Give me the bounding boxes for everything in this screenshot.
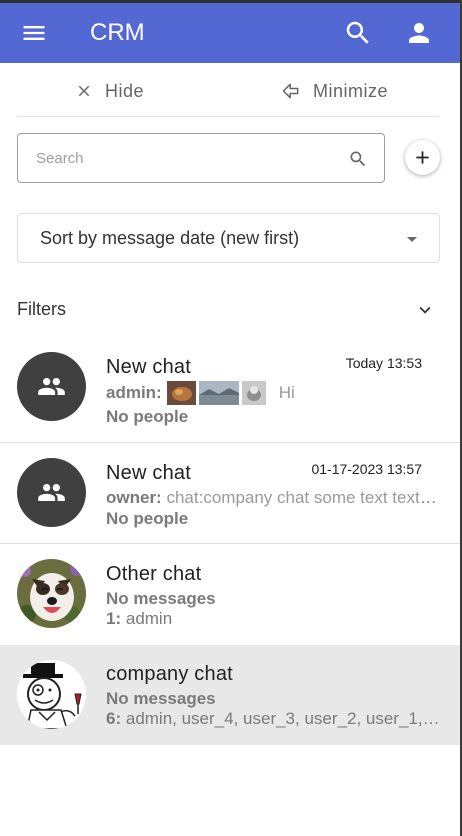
participant-count: 6: [106, 709, 122, 728]
message-author: owner: [106, 488, 162, 507]
participants-text: admin [125, 609, 173, 628]
last-message: No messages [106, 589, 216, 609]
dropdown-caret-icon [407, 237, 417, 242]
chat-list-item[interactable]: company chat No messages 6: admin, user_… [0, 645, 460, 745]
close-icon [78, 85, 90, 97]
chat-avatar [17, 559, 86, 628]
chat-date: 01-17-2023 13:57 [311, 461, 422, 477]
arrow-left-outline-icon [282, 83, 299, 99]
chat-name: New chat [106, 356, 191, 378]
chat-avatar [17, 458, 86, 527]
hide-label: Hide [105, 80, 145, 101]
search-icon [346, 21, 369, 44]
chat-name: Other chat [106, 563, 202, 585]
chat-search-box [17, 133, 385, 183]
search-icon[interactable] [348, 149, 368, 169]
minimize-button[interactable]: Minimize [281, 79, 388, 103]
message-text: No messages [106, 689, 216, 708]
filters-label: Filters [17, 299, 66, 319]
participants-text: No people [106, 509, 189, 528]
menu-icon [23, 26, 45, 40]
message-text: Hi [278, 383, 295, 402]
image-thumbnail-landscape[interactable] [198, 381, 239, 405]
filters-toggle[interactable]: Filters [17, 296, 440, 324]
chat-participants: No people [106, 407, 188, 427]
chat-name: New chat [106, 462, 191, 484]
chat-avatar [17, 352, 86, 421]
app-title: CRM [90, 19, 145, 46]
chat-participants: 6: admin, user_4, user_3, user_2, user_1… [106, 709, 440, 729]
image-thumbnail-food[interactable] [166, 381, 196, 405]
participants-text: admin, user_4, user_3, user_2, user_1, u… [125, 709, 440, 728]
participant-count: 1: [106, 609, 122, 628]
message-text: chat:company chat some text text text [166, 488, 438, 507]
app-bar: CRM [0, 3, 460, 63]
gentleman-meme-avatar [17, 660, 86, 729]
chat-name: company chat [106, 663, 233, 685]
chat-list-item[interactable]: New chat 01-17-2023 13:57 owner: chat:co… [0, 444, 460, 544]
chevron-down-icon [419, 306, 431, 314]
search-input[interactable] [36, 146, 336, 170]
hide-button[interactable]: Hide [75, 79, 144, 103]
last-message: owner: chat:company chat some text text … [106, 488, 438, 508]
appbar-search-button[interactable] [343, 18, 373, 48]
group-icon [38, 378, 65, 395]
plus-icon [416, 151, 429, 164]
sort-select[interactable]: Sort by message date (new first) [17, 213, 440, 263]
chat-date: Today 13:53 [345, 355, 422, 371]
image-thumbnail-cat[interactable] [241, 381, 266, 405]
person-icon [409, 23, 429, 43]
last-message: No messages [106, 689, 216, 709]
menu-button[interactable] [20, 19, 60, 47]
message-author: admin: [106, 383, 162, 402]
account-button[interactable] [404, 18, 434, 48]
chat-participants: 1: admin [106, 609, 172, 629]
sort-selected-value: Sort by message date (new first) [40, 228, 300, 248]
minimize-label: Minimize [313, 80, 389, 101]
last-message: admin: Hi [106, 381, 306, 405]
chat-list-item[interactable]: New chat Today 13:53 admin: Hi No people [0, 342, 460, 443]
chat-participants: No people [106, 509, 188, 529]
dog-photo-avatar [17, 559, 86, 628]
chat-list-item[interactable]: Other chat No messages 1: admin [0, 545, 460, 645]
participants-text: No people [106, 407, 189, 426]
group-icon [38, 484, 65, 501]
chat-panel-actions: Hide Minimize [17, 63, 439, 117]
chat-avatar [17, 660, 86, 729]
add-chat-button[interactable] [405, 140, 440, 175]
message-text: No messages [106, 589, 216, 608]
